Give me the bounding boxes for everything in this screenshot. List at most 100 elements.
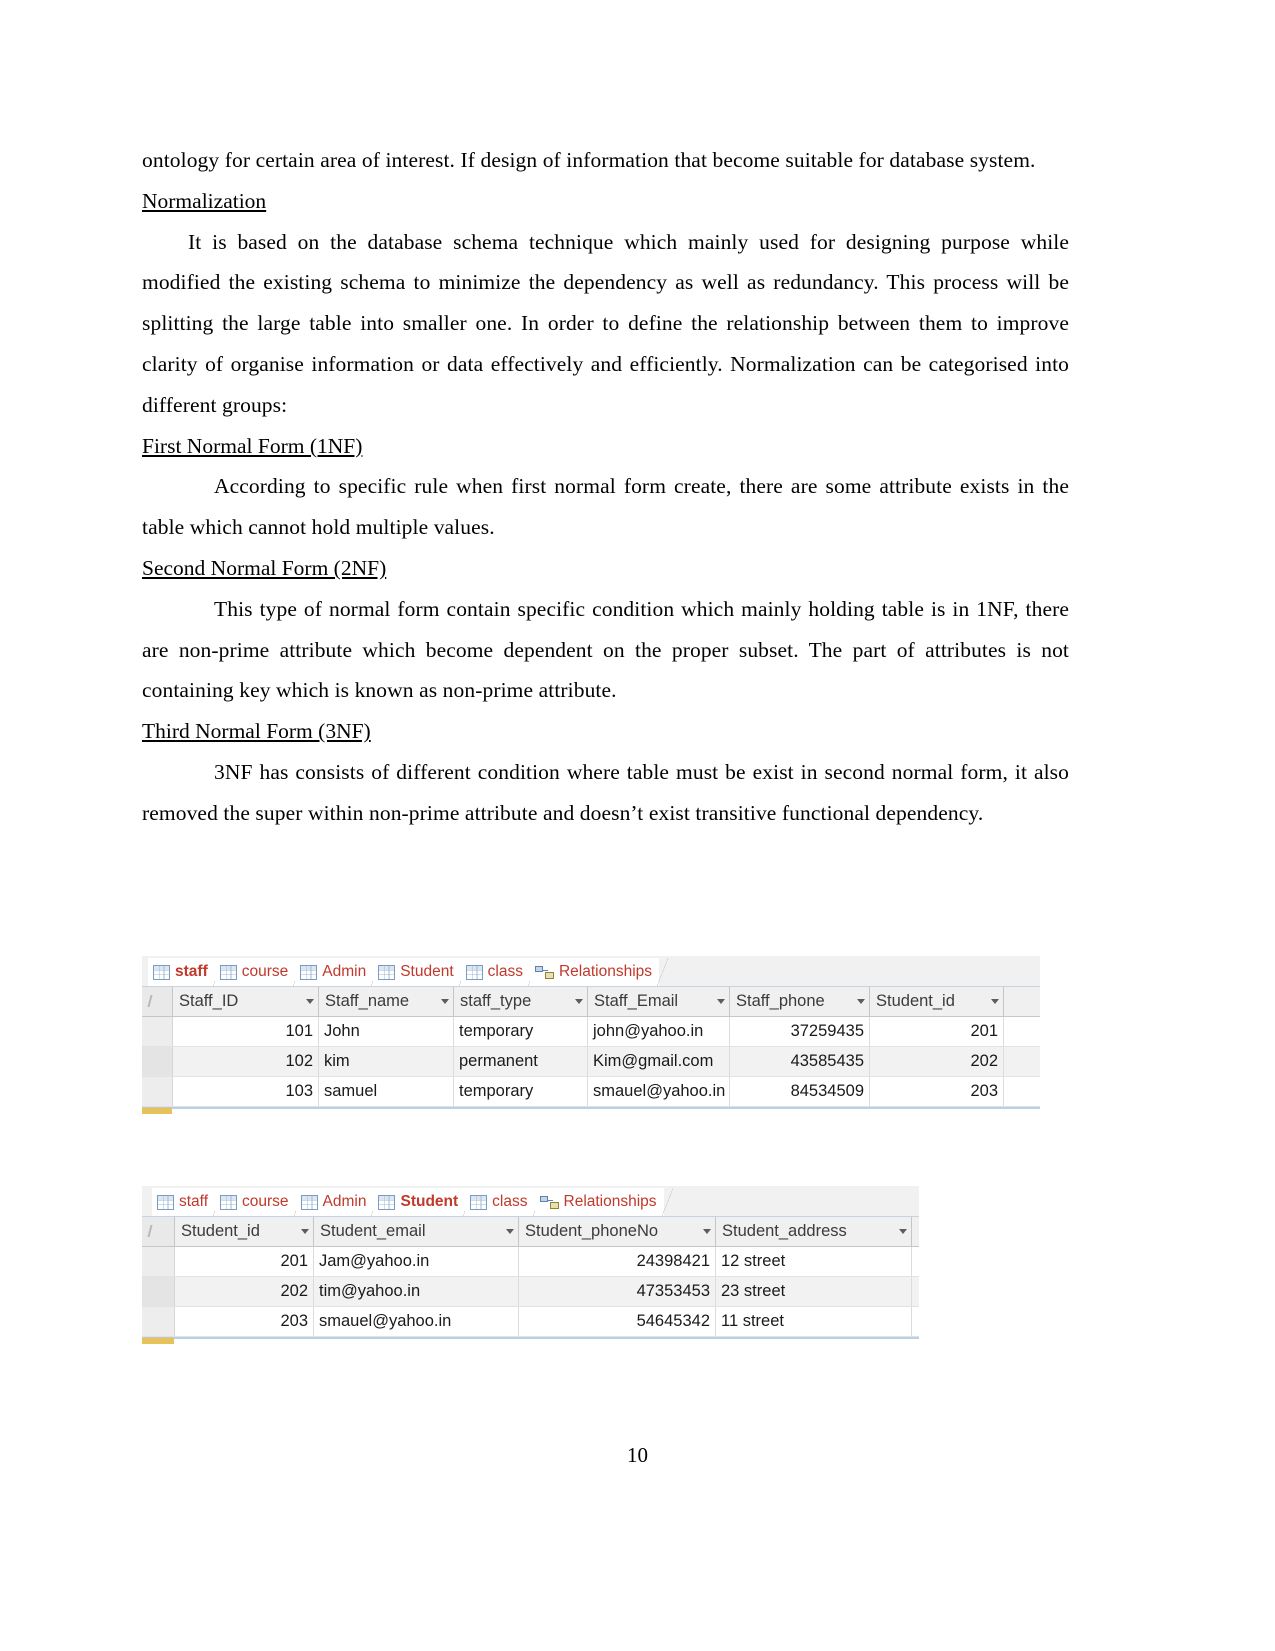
column-header-label: Staff_phone (736, 992, 825, 1010)
tab-staff[interactable]: staff (148, 958, 224, 986)
tab-label: Admin (322, 963, 367, 980)
chevron-down-icon[interactable] (301, 1229, 309, 1234)
row-selector-header[interactable] (142, 987, 173, 1016)
table-grid-icon (300, 964, 318, 980)
row-selector[interactable] (142, 1247, 175, 1276)
table-cell[interactable]: temporary (454, 1077, 588, 1106)
table-cell[interactable]: 47353453 (519, 1277, 716, 1306)
table-cell[interactable]: smauel@yahoo.in (588, 1077, 730, 1106)
access-tab-bar[interactable]: staff course Admin Student class Relationship… (142, 1186, 919, 1217)
column-header-staff_email[interactable]: Staff_Email (588, 987, 730, 1016)
table-cell[interactable]: 84534509 (730, 1077, 870, 1106)
column-header-student_id[interactable]: Student_id (175, 1217, 314, 1246)
tab-student[interactable]: Student (373, 1188, 474, 1216)
tab-label: staff (179, 1193, 209, 1210)
table-row[interactable]: 202 tim@yahoo.in 47353453 23 street (142, 1277, 919, 1307)
table-cell[interactable]: permanent (454, 1047, 588, 1076)
table-cell[interactable]: tim@yahoo.in (314, 1277, 519, 1306)
column-header-label: Student_id (876, 992, 955, 1010)
table-cell[interactable]: john@yahoo.in (588, 1017, 730, 1046)
chevron-down-icon[interactable] (575, 999, 583, 1004)
table-cell[interactable]: temporary (454, 1017, 588, 1046)
tab-course[interactable]: course (215, 1188, 305, 1216)
column-header-student_address[interactable]: Student_address (716, 1217, 912, 1246)
table-cell[interactable]: 101 (173, 1017, 319, 1046)
column-header-staff_name[interactable]: Staff_name (319, 987, 454, 1016)
column-header-staff_type[interactable]: staff_type (454, 987, 588, 1016)
chevron-down-icon[interactable] (703, 1229, 711, 1234)
column-header-staff_phone[interactable]: Staff_phone (730, 987, 870, 1016)
table-cell[interactable]: 103 (173, 1077, 319, 1106)
table-cell[interactable]: Jam@yahoo.in (314, 1247, 519, 1276)
column-header-student_id[interactable]: Student_id (870, 987, 1004, 1016)
tab-label: course (241, 963, 289, 980)
tab-admin[interactable]: Admin (295, 1188, 383, 1216)
heading-second-normal-form: Second Normal Form (2NF) (142, 555, 387, 580)
student-grid-bottom-edge (142, 1337, 919, 1344)
chevron-down-icon[interactable] (899, 1229, 907, 1234)
table-grid-icon (219, 964, 237, 980)
table-grid-icon (157, 1194, 174, 1210)
table-cell[interactable]: 11 street (716, 1307, 912, 1336)
table-cell[interactable]: John (319, 1017, 454, 1046)
table-cell[interactable]: 24398421 (519, 1247, 716, 1276)
chevron-down-icon[interactable] (991, 999, 999, 1004)
relationships-icon (539, 1195, 559, 1210)
tab-relationships[interactable]: Relationships (534, 1188, 673, 1216)
row-selector[interactable] (142, 1047, 173, 1076)
student-table-screenshot: staff course Admin Student class Relationship… (142, 1186, 919, 1344)
table-cell[interactable]: 54645342 (519, 1307, 716, 1336)
row-selector[interactable] (142, 1077, 173, 1106)
select-all-arrow-icon (147, 1225, 162, 1237)
table-cell[interactable]: 202 (870, 1047, 1004, 1076)
column-header-staff_id[interactable]: Staff_ID (173, 987, 319, 1016)
column-header-label: Staff_Email (594, 992, 679, 1010)
chevron-down-icon[interactable] (506, 1229, 514, 1234)
table-cell[interactable]: smauel@yahoo.in (314, 1307, 519, 1336)
row-selector[interactable] (142, 1017, 173, 1046)
table-row[interactable]: 103 samuel temporary smauel@yahoo.in 8453450… (142, 1077, 1040, 1107)
tab-admin[interactable]: Admin (295, 958, 383, 986)
relationships-icon (534, 965, 554, 980)
tab-label: class (487, 963, 523, 980)
table-cell[interactable]: 203 (870, 1077, 1004, 1106)
table-row[interactable]: 101 John temporary john@yahoo.in 37259435 201 (142, 1017, 1040, 1047)
tab-student[interactable]: Student (373, 958, 471, 986)
chevron-down-icon[interactable] (306, 999, 314, 1004)
student-grid-header: Student_id Student_email Student_phoneNo St… (142, 1217, 919, 1247)
table-cell[interactable]: 201 (175, 1247, 314, 1276)
table-row[interactable]: 203 smauel@yahoo.in 54645342 11 street (142, 1307, 919, 1337)
tab-label: Student (400, 963, 454, 980)
table-cell[interactable]: Kim@gmail.com (588, 1047, 730, 1076)
table-cell[interactable]: 201 (870, 1017, 1004, 1046)
table-cell[interactable]: 203 (175, 1307, 314, 1336)
table-cell[interactable]: 37259435 (730, 1017, 870, 1046)
table-row[interactable]: 102 kim permanent Kim@gmail.com 43585435 202 (142, 1047, 1040, 1077)
table-cell[interactable]: 12 street (716, 1247, 912, 1276)
row-selector-header[interactable] (142, 1217, 175, 1246)
heading-third-normal-form: Third Normal Form (3NF) (142, 719, 371, 744)
column-header-student_phoneno[interactable]: Student_phoneNo (519, 1217, 716, 1246)
table-grid-icon (378, 1194, 396, 1210)
tab-relationships[interactable]: Relationships (529, 958, 669, 986)
tab-class[interactable]: class (460, 958, 540, 986)
chevron-down-icon[interactable] (857, 999, 865, 1004)
table-row[interactable]: 201 Jam@yahoo.in 24398421 12 street (142, 1247, 919, 1277)
tab-staff[interactable]: staff (152, 1188, 225, 1216)
chevron-down-icon[interactable] (717, 999, 725, 1004)
table-cell[interactable]: 43585435 (730, 1047, 870, 1076)
table-cell[interactable]: 102 (173, 1047, 319, 1076)
row-selector[interactable] (142, 1307, 175, 1336)
tab-course[interactable]: course (214, 958, 304, 986)
table-cell[interactable]: samuel (319, 1077, 454, 1106)
table-cell[interactable]: kim (319, 1047, 454, 1076)
chevron-down-icon[interactable] (441, 999, 449, 1004)
access-tab-bar[interactable]: staff course Admin Student class Relationship… (142, 956, 1040, 987)
table-grid-icon (465, 964, 483, 980)
table-cell[interactable]: 202 (175, 1277, 314, 1306)
column-header-student_email[interactable]: Student_email (314, 1217, 519, 1246)
column-header-label: Student_email (320, 1222, 426, 1240)
table-cell[interactable]: 23 street (716, 1277, 912, 1306)
row-selector[interactable] (142, 1277, 175, 1306)
tab-class[interactable]: class (465, 1188, 544, 1216)
